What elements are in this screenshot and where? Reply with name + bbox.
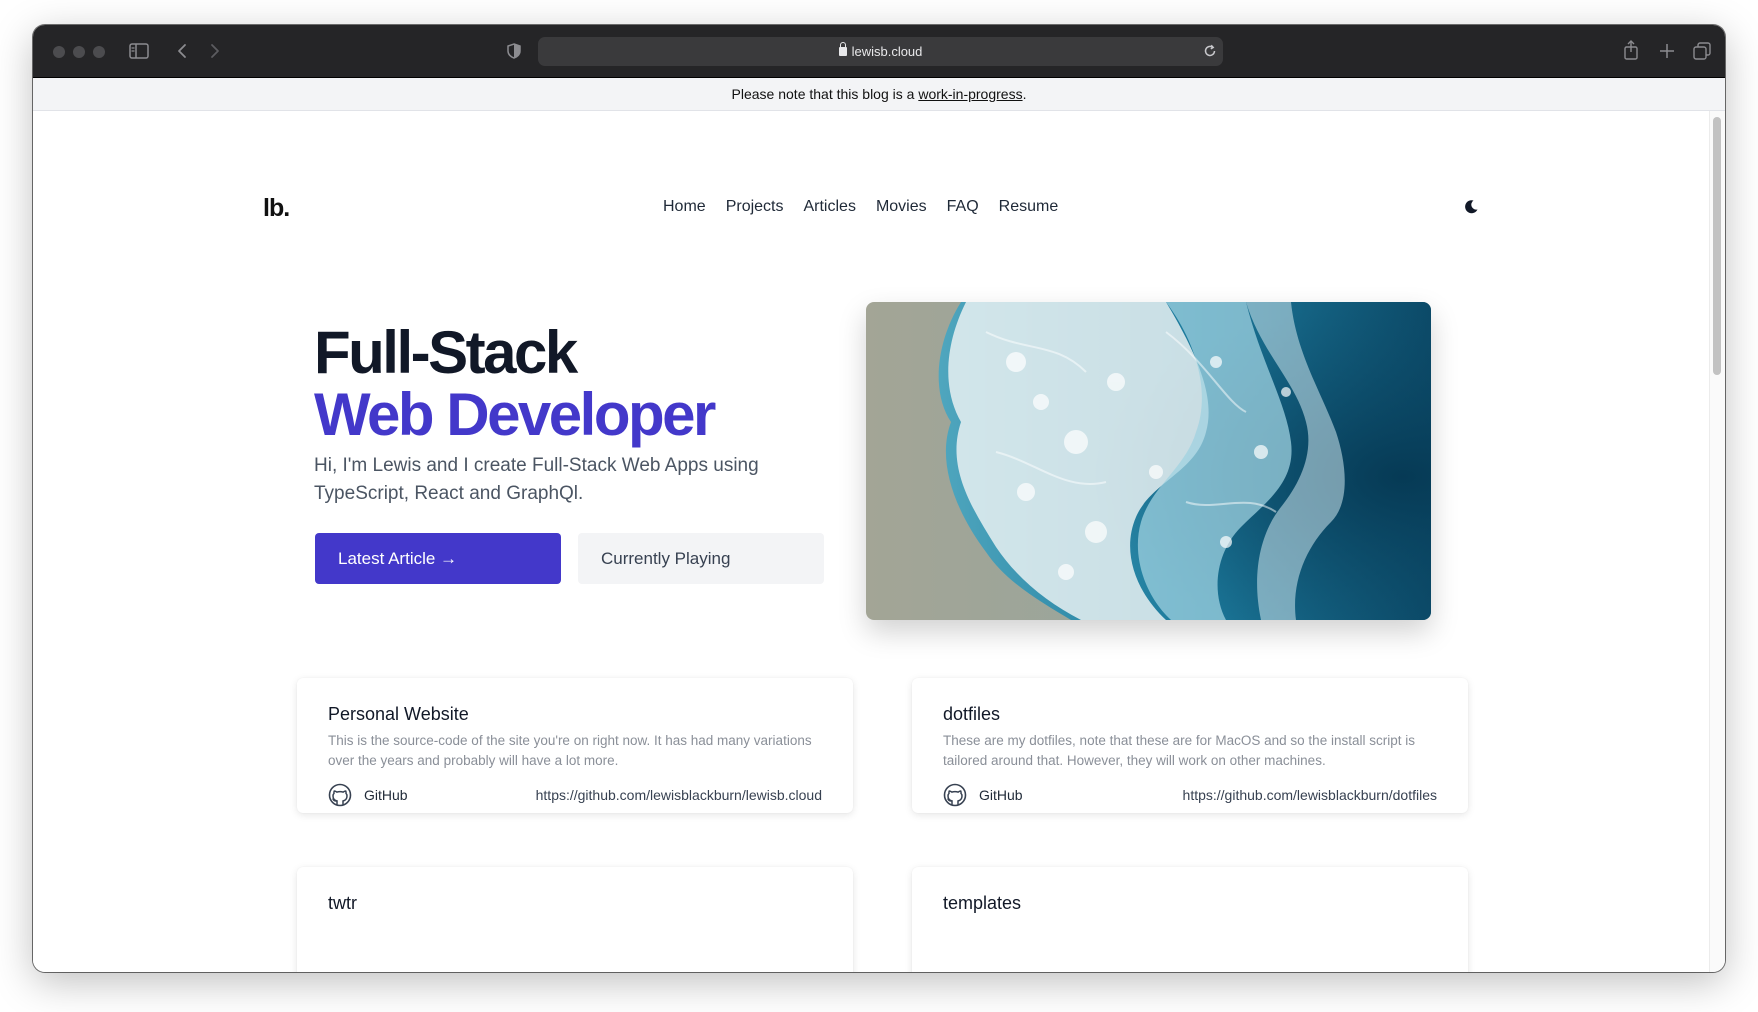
address-bar[interactable]: lewisb.cloud bbox=[538, 37, 1223, 66]
tab-overview-icon[interactable] bbox=[1693, 42, 1711, 60]
minimize-window-button[interactable] bbox=[73, 46, 85, 58]
banner-period: . bbox=[1022, 86, 1027, 102]
share-icon[interactable] bbox=[1624, 40, 1638, 60]
hero-title: Full-Stack Web Developer bbox=[314, 319, 716, 448]
latest-article-button[interactable]: Latest Article → bbox=[315, 533, 561, 584]
close-window-button[interactable] bbox=[53, 46, 65, 58]
project-card-twtr[interactable]: twtr bbox=[297, 867, 853, 972]
browser-window: lewisb.cloud Please note that this blog … bbox=[33, 25, 1725, 972]
hero-title-line1: Full-Stack bbox=[314, 319, 578, 386]
project-title: twtr bbox=[328, 893, 357, 913]
site-logo[interactable]: lb. bbox=[263, 194, 290, 223]
url-text: lewisb.cloud bbox=[851, 44, 923, 59]
project-card-templates[interactable]: templates bbox=[912, 867, 1468, 972]
currently-playing-button[interactable]: Currently Playing bbox=[578, 533, 824, 584]
ocean-wave-illustration bbox=[866, 302, 1431, 620]
zoom-window-button[interactable] bbox=[93, 46, 105, 58]
forward-icon[interactable] bbox=[209, 43, 221, 59]
github-link[interactable]: GitHub bbox=[979, 787, 1023, 803]
new-tab-icon[interactable] bbox=[1659, 43, 1675, 59]
project-card-personal-website[interactable]: Personal Website This is the source-code… bbox=[297, 678, 853, 813]
project-title: Personal Website bbox=[328, 704, 469, 724]
project-card-dotfiles[interactable]: dotfiles These are my dotfiles, note tha… bbox=[912, 678, 1468, 813]
back-icon[interactable] bbox=[176, 43, 188, 59]
wip-link[interactable]: work-in-progress bbox=[918, 86, 1022, 102]
project-footer: GitHub https://github.com/lewisblackburn… bbox=[328, 782, 822, 808]
hero-title-line2: Web Developer bbox=[314, 381, 716, 448]
repo-url-link[interactable]: https://github.com/lewisblackburn/dotfil… bbox=[1183, 787, 1437, 803]
moon-icon[interactable] bbox=[1463, 199, 1479, 215]
reload-icon[interactable] bbox=[1203, 44, 1217, 58]
wip-notice-banner: Please note that this blog is a work-in-… bbox=[33, 78, 1725, 111]
lock-icon bbox=[838, 42, 847, 56]
project-description: This is the source-code of the site you'… bbox=[328, 733, 812, 768]
github-icon bbox=[328, 783, 352, 807]
sidebar-icon[interactable] bbox=[129, 43, 149, 59]
nav-home[interactable]: Home bbox=[663, 198, 706, 216]
banner-text: Please note that this blog is a bbox=[731, 86, 919, 102]
nav-articles[interactable]: Articles bbox=[803, 198, 855, 216]
browser-toolbar: lewisb.cloud bbox=[33, 25, 1725, 78]
project-title: templates bbox=[943, 893, 1022, 913]
project-description: These are my dotfiles, note that these a… bbox=[943, 733, 1415, 768]
nav-projects[interactable]: Projects bbox=[726, 198, 784, 216]
page-scrollbar-thumb[interactable] bbox=[1713, 117, 1721, 375]
project-footer: GitHub https://github.com/lewisblackburn… bbox=[943, 782, 1437, 808]
privacy-shield-icon[interactable] bbox=[507, 43, 521, 59]
address-url: lewisb.cloud bbox=[538, 37, 1223, 66]
hero-subtitle: Hi, I'm Lewis and I create Full-Stack We… bbox=[314, 455, 759, 504]
repo-url-link[interactable]: https://github.com/lewisblackburn/lewisb… bbox=[536, 787, 822, 803]
nav-faq[interactable]: FAQ bbox=[947, 198, 979, 216]
page-content: lb. Home Projects Articles Movies FAQ Re… bbox=[33, 112, 1709, 972]
nav-resume[interactable]: Resume bbox=[999, 198, 1059, 216]
hero-ocean-image bbox=[866, 302, 1431, 620]
project-title: dotfiles bbox=[943, 704, 1001, 724]
github-link[interactable]: GitHub bbox=[364, 787, 408, 803]
nav-movies[interactable]: Movies bbox=[876, 198, 927, 216]
github-icon bbox=[943, 783, 967, 807]
